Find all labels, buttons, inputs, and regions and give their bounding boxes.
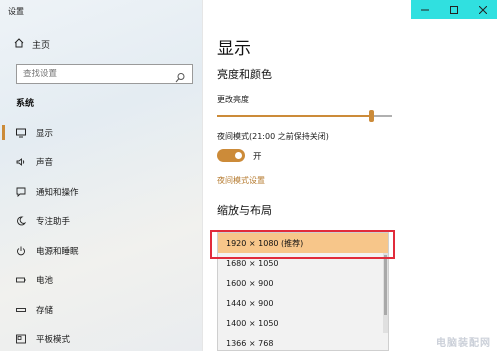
speaker-icon bbox=[16, 157, 26, 167]
dropdown-scrollbar-thumb[interactable] bbox=[384, 255, 387, 315]
slider-thumb[interactable] bbox=[369, 110, 374, 122]
sidebar-item-label: 平板模式 bbox=[36, 335, 71, 346]
sidebar-item-focus-assist[interactable]: 专注助手 bbox=[0, 207, 203, 237]
sidebar-item-sound[interactable]: 声音 bbox=[0, 148, 203, 178]
sidebar-item-label: 专注助手 bbox=[36, 217, 71, 228]
battery-icon bbox=[16, 275, 26, 285]
sidebar-item-display[interactable]: 显示 bbox=[0, 118, 203, 148]
app-title: 设置 bbox=[8, 7, 24, 16]
brightness-label: 更改亮度 bbox=[217, 95, 249, 104]
home-nav-item[interactable]: 主页 bbox=[14, 38, 50, 51]
display-settings-content: 显示 亮度和颜色 更改亮度 夜间模式(21:00 之前保持关闭) 开 夜间模式设… bbox=[203, 0, 497, 351]
watermark: 电脑装配网 bbox=[436, 338, 491, 349]
sidebar-item-storage[interactable]: 存储 bbox=[0, 295, 203, 325]
resolution-option[interactable]: 1400 × 1050 bbox=[218, 313, 388, 333]
resolution-option[interactable]: 1600 × 900 bbox=[218, 273, 388, 293]
night-mode-settings-link[interactable]: 夜间模式设置 bbox=[217, 175, 265, 186]
night-mode-state: 开 bbox=[253, 152, 262, 162]
sidebar-nav: 显示 声音 通知和操作 专注助手 电源和睡眠 电池 存储 平板模式 bbox=[0, 118, 203, 351]
home-icon bbox=[14, 38, 24, 51]
home-label: 主页 bbox=[32, 41, 51, 51]
sidebar-item-battery[interactable]: 电池 bbox=[0, 266, 203, 296]
message-icon bbox=[16, 187, 26, 197]
sidebar-item-label: 通知和操作 bbox=[36, 187, 79, 198]
search-input[interactable] bbox=[23, 69, 168, 79]
settings-sidebar: 设置 主页 系统 显示 声音 通知和操作 bbox=[0, 0, 203, 351]
sidebar-item-power-sleep[interactable]: 电源和睡眠 bbox=[0, 236, 203, 266]
section-label-system: 系统 bbox=[16, 99, 35, 109]
resolution-option[interactable]: 1366 × 768 bbox=[218, 333, 388, 350]
night-mode-toggle[interactable] bbox=[217, 149, 245, 162]
sidebar-item-label: 显示 bbox=[36, 128, 54, 139]
search-icon[interactable] bbox=[175, 68, 186, 87]
slider-fill bbox=[217, 115, 371, 117]
moon-icon bbox=[16, 216, 26, 226]
tablet-icon bbox=[16, 334, 26, 344]
resolution-option[interactable]: 1440 × 900 bbox=[218, 293, 388, 313]
sidebar-item-label: 电池 bbox=[36, 276, 54, 287]
sidebar-item-notifications[interactable]: 通知和操作 bbox=[0, 177, 203, 207]
sidebar-item-label: 声音 bbox=[36, 158, 54, 169]
night-mode-label: 夜间模式(21:00 之前保持关闭) bbox=[217, 132, 329, 141]
power-icon bbox=[16, 246, 26, 256]
search-box[interactable] bbox=[16, 64, 193, 84]
sidebar-item-tablet-mode[interactable]: 平板模式 bbox=[0, 325, 203, 351]
highlight-annotation-box bbox=[210, 230, 395, 259]
monitor-icon bbox=[16, 128, 26, 138]
storage-icon bbox=[16, 305, 26, 315]
scale-layout-heading: 缩放与布局 bbox=[217, 204, 272, 217]
brightness-slider[interactable] bbox=[217, 110, 392, 122]
brightness-color-heading: 亮度和颜色 bbox=[217, 68, 272, 81]
sidebar-item-label: 存储 bbox=[36, 305, 54, 316]
sidebar-item-label: 电源和睡眠 bbox=[36, 246, 79, 257]
page-title: 显示 bbox=[217, 39, 251, 59]
